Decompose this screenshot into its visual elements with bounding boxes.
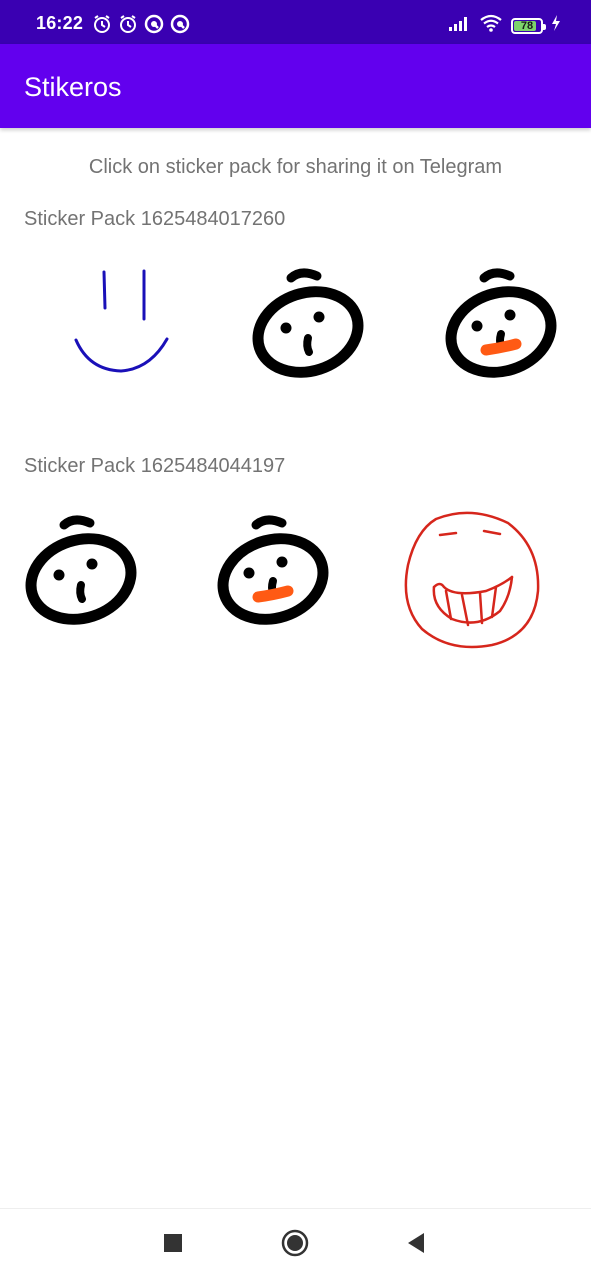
- sticker-pack[interactable]: Sticker Pack 1625484017260: [0, 208, 591, 428]
- status-notification-icons: [92, 14, 190, 34]
- app-title: Stikeros: [24, 72, 122, 102]
- wifi-icon: [479, 14, 503, 37]
- home-icon: [281, 1229, 309, 1262]
- back-button[interactable]: [398, 1227, 434, 1263]
- smile-sticker[interactable]: [45, 260, 195, 410]
- sticker-pack[interactable]: Sticker Pack 1625484044197: [0, 455, 591, 675]
- battery-icon: 78: [511, 17, 546, 34]
- face-sticker-orange-mouth[interactable]: [426, 260, 576, 410]
- status-system-icons: 78: [449, 14, 561, 37]
- face-sticker[interactable]: [233, 260, 383, 410]
- face-sticker[interactable]: [6, 507, 156, 657]
- back-icon: [406, 1232, 426, 1259]
- sticker-pack-title: Sticker Pack 1625484017260: [24, 208, 286, 230]
- alarm-icon: [92, 14, 112, 34]
- signal-icon: [449, 15, 471, 36]
- app-notification-icon: [144, 14, 164, 34]
- app-bar: Stikeros: [0, 44, 591, 128]
- app-notification-icon: [170, 14, 190, 34]
- face-sticker-orange-mouth[interactable]: [198, 507, 348, 657]
- home-button[interactable]: [277, 1227, 313, 1263]
- status-bar: 16:22 78: [0, 0, 591, 44]
- sticker-pack-title: Sticker Pack 1625484044197: [24, 455, 286, 477]
- battery-level: 78: [520, 19, 534, 32]
- system-navigation-bar: [0, 1208, 591, 1281]
- charging-icon: [551, 15, 561, 36]
- status-time: 16:22: [36, 13, 84, 33]
- grin-sticker[interactable]: [396, 507, 546, 657]
- alarm-icon: [118, 14, 138, 34]
- recents-button[interactable]: [155, 1227, 191, 1263]
- recents-icon: [163, 1233, 183, 1258]
- sharing-hint: Click on sticker pack for sharing it on …: [88, 156, 503, 178]
